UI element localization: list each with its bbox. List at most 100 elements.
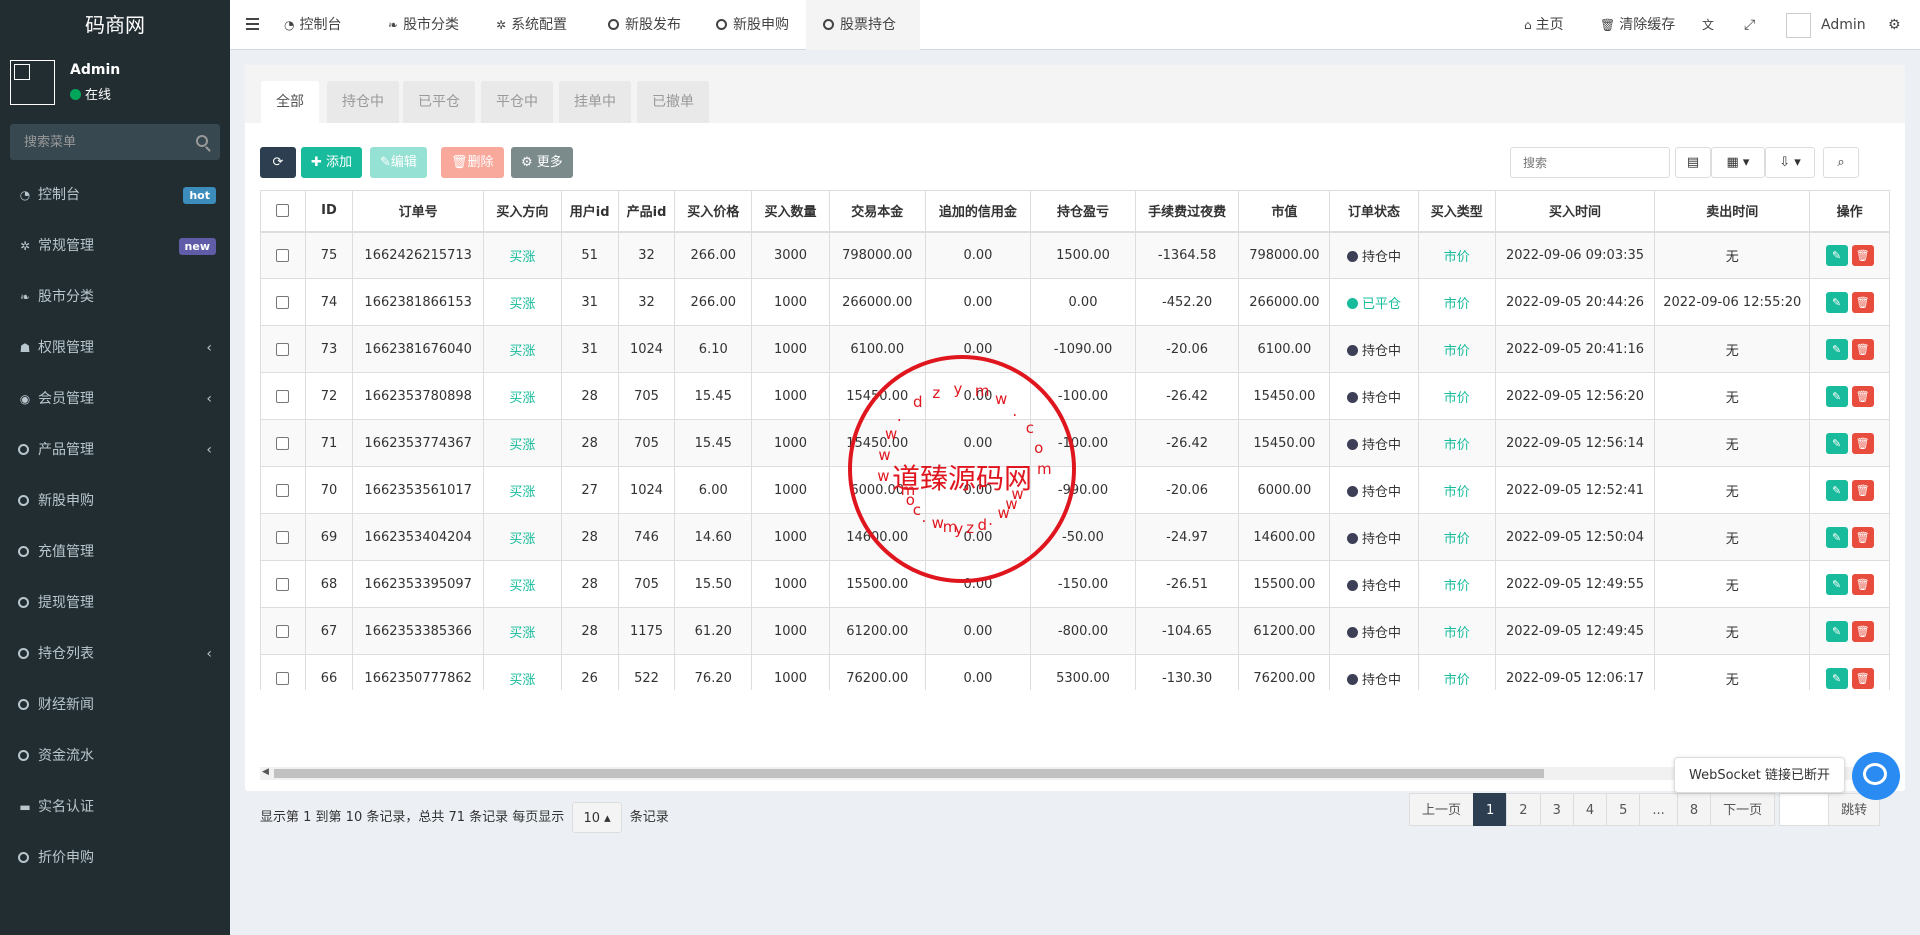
row-delete-button[interactable]: 🗑 — [1851, 291, 1874, 313]
clear-cache-button[interactable]: 🗑 清除缓存 — [1600, 0, 1675, 50]
sidebar-item-7[interactable]: 充值管理 — [0, 527, 230, 578]
tab-dashboard[interactable]: ◔ 控制台 — [272, 0, 353, 50]
row-delete-button[interactable]: 🗑 — [1851, 385, 1874, 407]
page-button[interactable]: 5 — [1606, 793, 1641, 826]
edit-button[interactable]: ✎编辑 — [370, 147, 427, 178]
advanced-search-button[interactable]: ⌕ — [1823, 147, 1859, 178]
tab-system-config[interactable]: ✲ 系统配置 — [484, 0, 579, 50]
export-button[interactable]: ⇩ ▾ — [1765, 147, 1815, 178]
select-all-checkbox[interactable] — [276, 204, 290, 218]
row-edit-button[interactable]: ✎ — [1825, 573, 1848, 595]
column-header[interactable]: 手续费过夜费 — [1134, 190, 1240, 233]
row-edit-button[interactable]: ✎ — [1825, 291, 1848, 313]
filter-tab-pending[interactable]: 挂单中 — [559, 81, 631, 123]
column-header[interactable]: 买入数量 — [751, 190, 830, 233]
sidebar-item-0[interactable]: ◔ 控制台 hot — [0, 170, 230, 221]
app-logo[interactable]: 码商网 — [0, 0, 230, 50]
row-edit-button[interactable]: ✎ — [1825, 667, 1848, 689]
sidebar-item-9[interactable]: 持仓列表 ‹ — [0, 629, 230, 680]
row-edit-button[interactable]: ✎ — [1825, 526, 1848, 548]
tab-new-stock-subscribe[interactable]: 新股申购 — [704, 0, 801, 50]
row-checkbox[interactable] — [276, 530, 290, 544]
page-size-select[interactable]: 10 ▴ — [572, 802, 622, 833]
column-header[interactable]: 买入方向 — [483, 190, 562, 233]
row-checkbox[interactable] — [276, 389, 290, 403]
row-edit-button[interactable]: ✎ — [1825, 338, 1848, 360]
delete-button[interactable]: 🗑删除 — [441, 147, 504, 178]
page-button[interactable]: 8 — [1676, 793, 1712, 826]
table-search-input[interactable] — [1511, 148, 1669, 177]
sidebar-item-2[interactable]: ❧ 股市分类 — [0, 272, 230, 323]
row-checkbox[interactable] — [276, 436, 290, 450]
row-edit-button[interactable]: ✎ — [1825, 432, 1848, 454]
row-delete-button[interactable]: 🗑 — [1851, 526, 1874, 548]
tab-stock-category[interactable]: ❧ 股市分类 — [376, 0, 471, 50]
column-header[interactable]: 买入时间 — [1494, 190, 1656, 233]
row-delete-button[interactable]: 🗑 — [1851, 432, 1874, 454]
tab-new-stock-publish[interactable]: 新股发布 — [596, 0, 693, 50]
jump-page-input[interactable] — [1779, 793, 1830, 826]
sidebar-item-6[interactable]: 新股申购 — [0, 476, 230, 527]
more-button[interactable]: ⚙ 更多 — [511, 147, 573, 178]
row-checkbox[interactable] — [276, 671, 290, 685]
filter-tab-closing[interactable]: 平仓中 — [481, 81, 553, 123]
add-button[interactable]: ✚ 添加 — [301, 147, 363, 178]
column-header[interactable]: 订单号 — [352, 190, 485, 233]
row-checkbox[interactable] — [276, 624, 290, 638]
row-checkbox[interactable] — [276, 483, 290, 497]
column-header[interactable]: 订单状态 — [1329, 190, 1419, 233]
filter-tab-holding[interactable]: 持仓中 — [327, 81, 399, 123]
page-button[interactable]: 1 — [1473, 793, 1508, 826]
column-header[interactable]: 产品id — [617, 190, 676, 233]
row-edit-button[interactable]: ✎ — [1825, 479, 1848, 501]
sidebar-item-13[interactable]: 折价申购 — [0, 833, 230, 884]
sidebar-item-12[interactable]: ▬ 实名认证 — [0, 782, 230, 833]
filter-tab-all[interactable]: 全部 — [261, 81, 319, 123]
column-header[interactable]: 用户id — [560, 190, 619, 233]
page-button[interactable]: 4 — [1572, 793, 1608, 826]
row-edit-button[interactable]: ✎ — [1825, 385, 1848, 407]
column-header[interactable]: 交易本金 — [828, 190, 926, 233]
filter-tab-cancelled[interactable]: 已撤单 — [637, 81, 709, 123]
home-link[interactable]: ⌂ 主页 — [1524, 0, 1564, 50]
menu-search-input[interactable] — [10, 124, 220, 160]
column-header[interactable]: 市值 — [1238, 190, 1331, 233]
prev-page-button[interactable]: 上一页 — [1409, 793, 1475, 826]
sidebar-item-11[interactable]: 资金流水 — [0, 731, 230, 782]
sidebar-item-3[interactable]: ☗ 权限管理 ‹ — [0, 323, 230, 374]
row-delete-button[interactable]: 🗑 — [1851, 573, 1874, 595]
row-checkbox[interactable] — [276, 342, 290, 356]
sidebar-toggle-icon[interactable] — [246, 18, 259, 30]
column-header[interactable]: 买入价格 — [674, 190, 753, 233]
column-header[interactable]: 买入类型 — [1417, 190, 1496, 233]
fullscreen-icon[interactable]: ⤢ — [1744, 0, 1755, 50]
toggle-view-button[interactable]: ▤ — [1675, 147, 1711, 178]
chat-bubble-icon[interactable] — [1852, 752, 1900, 800]
row-delete-button[interactable]: 🗑 — [1851, 667, 1874, 689]
columns-button[interactable]: ▦ ▾ — [1711, 147, 1765, 178]
row-checkbox[interactable] — [276, 577, 290, 591]
admin-menu[interactable]: Admin — [1786, 0, 1866, 50]
filter-tab-closed[interactable]: 已平仓 — [403, 81, 475, 123]
row-delete-button[interactable]: 🗑 — [1851, 479, 1874, 501]
column-header[interactable]: 卖出时间 — [1654, 190, 1811, 233]
row-edit-button[interactable]: ✎ — [1825, 244, 1848, 266]
column-header[interactable]: 操作 — [1809, 190, 1890, 233]
settings-gear-icon[interactable]: ⚙ — [1888, 0, 1901, 50]
row-edit-button[interactable]: ✎ — [1825, 620, 1848, 642]
refresh-button[interactable]: ⟳ — [260, 147, 296, 178]
next-page-button[interactable]: 下一页 — [1710, 793, 1776, 826]
row-checkbox[interactable] — [276, 248, 290, 262]
column-header[interactable]: 持仓盈亏 — [1030, 190, 1136, 233]
scroll-left-icon[interactable]: ◀ — [262, 767, 269, 777]
sidebar-item-8[interactable]: 提现管理 — [0, 578, 230, 629]
page-button[interactable]: 2 — [1506, 793, 1541, 826]
scroll-thumb[interactable] — [274, 769, 1544, 778]
sidebar-item-5[interactable]: 产品管理 ‹ — [0, 425, 230, 476]
sidebar-item-10[interactable]: 财经新闻 — [0, 680, 230, 731]
page-button[interactable]: 3 — [1539, 793, 1574, 826]
row-checkbox[interactable] — [276, 295, 290, 309]
search-icon[interactable] — [196, 135, 208, 147]
column-header[interactable]: 追加的信用金 — [924, 190, 1032, 233]
row-delete-button[interactable]: 🗑 — [1851, 244, 1874, 266]
